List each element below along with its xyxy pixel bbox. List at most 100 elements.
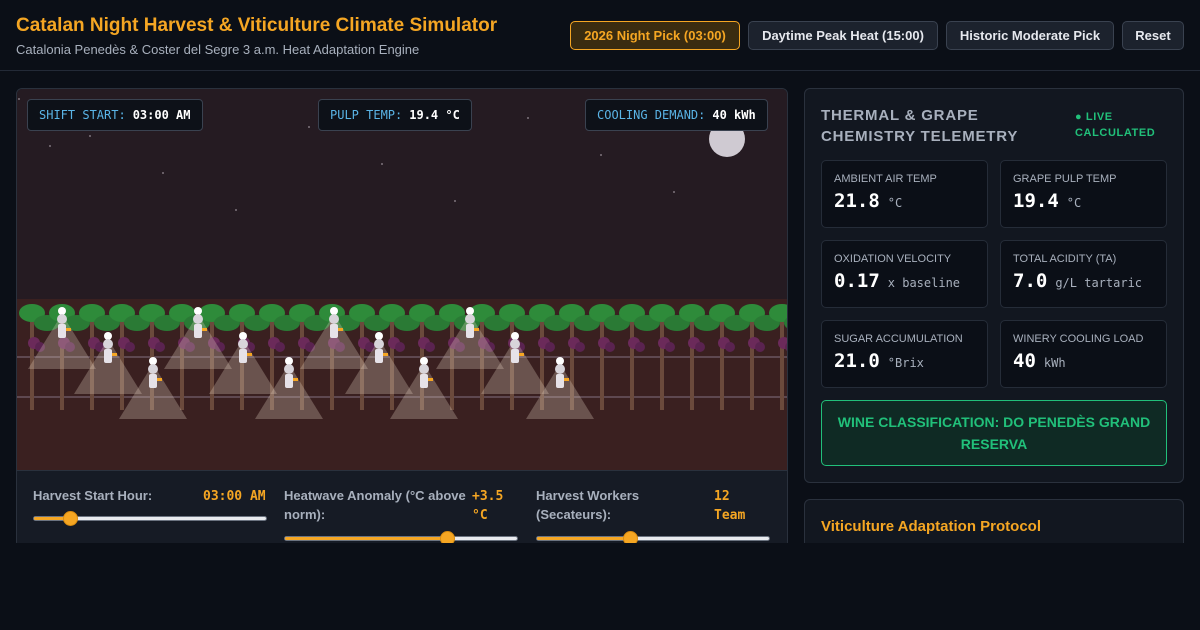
worker-body [149, 374, 157, 388]
worker-head [238, 339, 248, 349]
hud-pulp-label: PULP TEMP: [330, 108, 403, 122]
grape-cluster [605, 342, 615, 352]
heatwave-slider-fill [285, 537, 448, 540]
telemetry-title: THERMAL & GRAPE CHEMISTRY TELEMETRY [821, 107, 1019, 145]
headlamp-icon [285, 357, 293, 365]
vine-post [690, 321, 694, 410]
grape-cluster [755, 342, 765, 352]
heatwave-label: Heatwave Anomaly (°C above norm): [284, 488, 466, 522]
telemetry-panel: THERMAL & GRAPE CHEMISTRY TELEMETRY ● LI… [804, 88, 1184, 483]
headlamp-icon [420, 357, 428, 365]
metric-label: WINERY COOLING LOAD [1013, 333, 1144, 345]
metric-value: 21.0 °Brix [834, 350, 924, 372]
vineyard-simulation-panel: SHIFT START: 03:00 AM PULP TEMP: 19.4 °C… [16, 88, 788, 548]
worker-body [420, 374, 428, 388]
workers-label: Harvest Workers (Secateurs): [536, 488, 640, 522]
app-subtitle: Catalonia Penedès & Coster del Segre 3 a… [16, 42, 420, 57]
grape-cluster [395, 342, 405, 352]
metric-value: 7.0 g/L tartaric [1013, 270, 1142, 292]
preset-daytime-heat-button[interactable]: Daytime Peak Heat (15:00) [748, 21, 938, 50]
star [381, 163, 383, 165]
metric-unit: °C [887, 196, 903, 210]
star [18, 98, 20, 100]
star [49, 145, 51, 147]
headlamp-icon [58, 307, 66, 315]
preset-night-pick-button[interactable]: 2026 Night Pick (03:00) [570, 21, 740, 50]
protocol-title: Viticulture Adaptation Protocol [821, 518, 1042, 535]
grape-cluster [275, 342, 285, 352]
metric-value: 19.4 °C [1013, 190, 1081, 212]
metric-number: 21.0 [834, 350, 880, 372]
grape-cluster [425, 342, 435, 352]
headlamp-icon [466, 307, 474, 315]
worker-head [148, 364, 158, 374]
harvest-bin [519, 353, 524, 356]
worker-body [330, 324, 338, 338]
reset-button[interactable]: Reset [1122, 21, 1184, 50]
metric-label: GRAPE PULP TEMP [1013, 173, 1117, 185]
metric-number: 40 [1013, 350, 1036, 372]
headlamp-icon [556, 357, 564, 365]
metric-winery-cooling-load: WINERY COOLING LOAD 40 kWh [1000, 320, 1167, 388]
star [162, 172, 164, 174]
harvest-bin [383, 353, 388, 356]
harvest-hour-slider-thumb[interactable] [62, 511, 78, 526]
metric-grape-pulp-temp: GRAPE PULP TEMP 19.4 °C [1000, 160, 1167, 228]
grape-cluster [545, 342, 555, 352]
hud-shift-start: SHIFT START: 03:00 AM [27, 99, 203, 131]
grape-cluster [665, 342, 675, 352]
star [454, 200, 456, 202]
hud-pulp-value: 19.4 °C [409, 108, 460, 122]
headlamp-icon [330, 307, 338, 315]
star [235, 209, 237, 211]
grape-cluster [635, 342, 645, 352]
worker-body [194, 324, 202, 338]
grape-cluster [695, 342, 705, 352]
page-background [0, 543, 1200, 630]
harvest-bin [474, 328, 479, 331]
headlamp-icon [149, 357, 157, 365]
grape-cluster [155, 342, 165, 352]
metric-number: 21.8 [834, 190, 880, 212]
worker-head [284, 364, 294, 374]
vine-post [750, 321, 754, 410]
harvest-bin [112, 353, 117, 356]
harvest-bin [247, 353, 252, 356]
workers-value: 12 Team [714, 489, 746, 523]
hud-cooling-demand: COOLING DEMAND: 40 kWh [585, 99, 768, 131]
metric-oxidation-velocity: OXIDATION VELOCITY 0.17 x baseline [821, 240, 988, 308]
vine-post [630, 321, 634, 410]
vine-post [780, 321, 784, 410]
heatwave-value: +3.5 °C [472, 489, 504, 523]
harvest-bin [293, 378, 298, 381]
harvest-bin [202, 328, 207, 331]
workers-slider[interactable] [536, 531, 770, 546]
worker-body [285, 374, 293, 388]
vineyard-scene [17, 89, 787, 470]
worker-head [57, 314, 67, 324]
grape-cluster [575, 342, 585, 352]
star [308, 126, 310, 128]
worker-body [375, 349, 383, 363]
preset-historic-pick-button[interactable]: Historic Moderate Pick [946, 21, 1114, 50]
hud-shift-label: SHIFT START: [39, 108, 126, 122]
worker-head [419, 364, 429, 374]
star [527, 117, 529, 119]
metric-unit: kWh [1043, 356, 1066, 370]
worker-head [193, 314, 203, 324]
metric-unit: °Brix [887, 356, 924, 370]
metric-number: 7.0 [1013, 270, 1048, 292]
metric-ambient-air-temp: AMBIENT AIR TEMP 21.8 °C [821, 160, 988, 228]
heatwave-slider[interactable] [284, 531, 518, 546]
grape-cluster [125, 342, 135, 352]
metric-value: 40 kWh [1013, 350, 1066, 372]
worker-head [510, 339, 520, 349]
metric-unit: x baseline [887, 276, 961, 290]
harvest-hour-slider[interactable] [33, 511, 267, 526]
worker-head [103, 339, 113, 349]
hud-pulp-temp: PULP TEMP: 19.4 °C [318, 99, 472, 131]
star [673, 191, 675, 193]
metric-unit: °C [1066, 196, 1082, 210]
harvest-bin [157, 378, 162, 381]
worker-head [329, 314, 339, 324]
